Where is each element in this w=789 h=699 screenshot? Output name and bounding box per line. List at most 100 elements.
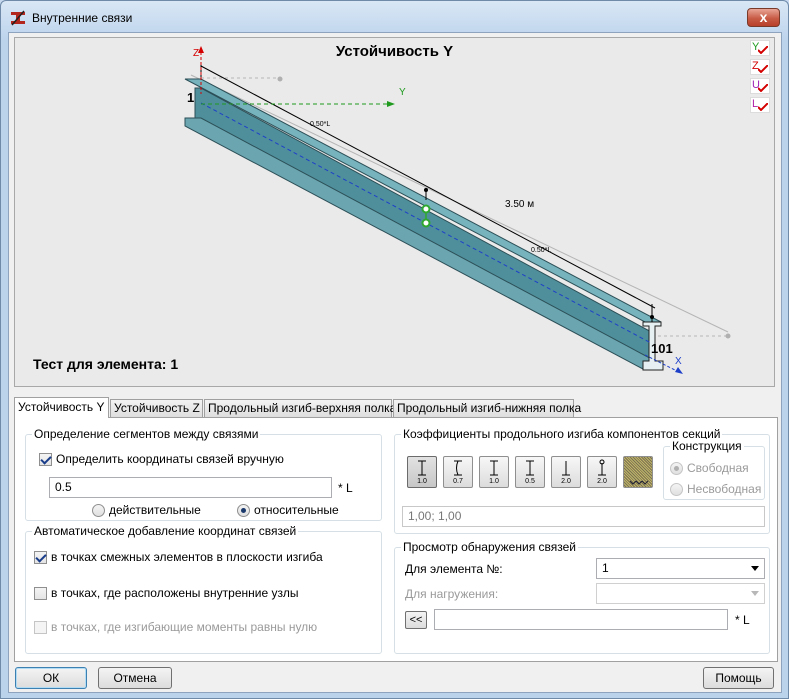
auto-item-internal-nodes-row[interactable]: в точках, где расположены внутренние узл… [34,586,298,600]
flag-z[interactable]: Z [750,59,770,75]
mid-tick-dot [424,188,428,192]
app-icon [11,10,25,26]
tab-stability-z[interactable]: Устойчивость Z [110,399,203,417]
restraint-pattern-icon [629,480,649,485]
coords-input[interactable]: 0.5 [49,477,332,498]
coef-value-4: 0.5 [525,478,535,485]
coefficients-group: Коэффициенты продольного изгиба компонен… [394,427,770,534]
back-button[interactable]: << [405,611,427,629]
beam-top-flange [184,78,662,323]
window-title: Внутренние связи [32,11,133,25]
element-select[interactable]: 1 [596,558,765,579]
close-button[interactable]: x [747,8,780,27]
load-label: Для нагружения: [405,587,499,601]
dialog-window: Внутренние связи x Устойчивость Y Z Y X … [0,0,789,699]
radio-relative-label: относительные [254,503,339,517]
radio-relative-row[interactable]: относительные [237,503,339,517]
manual-coords-checkbox-row[interactable]: Определить координаты связей вручную [39,452,284,466]
detection-field[interactable] [434,609,728,630]
coef-button-5[interactable]: 2.0 [551,456,581,488]
segment-label-2: 0.50*L [531,247,551,254]
radio-actual[interactable] [92,503,105,517]
radio-free [670,461,683,475]
segments-group: Определение сегментов между связями Опре… [25,427,382,521]
column-icon [418,460,426,476]
close-icon: x [759,9,768,25]
view-flags: Y Z U L [750,40,770,116]
auto-internal-nodes-checkbox[interactable] [34,586,47,600]
node-end-label: 101 [651,341,673,356]
dialog-client: Устойчивость Y Z Y X 1 101 3.50 м 0.50*L… [8,32,782,693]
reference-node-start [277,76,283,82]
detection-legend: Просмотр обнаружения связей [401,540,579,554]
check-icon [758,65,768,73]
coef-button-6[interactable]: 2.0 [587,456,617,488]
tab-buckling-bottom-flange[interactable]: Продольный изгиб-нижняя полка [393,399,581,417]
auto-group: Автоматическое добавление координат связ… [25,524,382,654]
axis-y-label: Y [399,87,406,98]
manual-coords-checkbox[interactable] [39,452,52,466]
auto-adjacent-checkbox[interactable] [34,550,47,564]
help-button[interactable]: Помощь [703,667,774,689]
auto-item-zero-moment-row: в точках, где изгибающие моменты равны н… [34,620,317,634]
axis-x-arrow [675,367,683,374]
detection-group: Просмотр обнаружения связей Для элемента… [394,540,770,654]
auto-internal-nodes-label: в точках, где расположены внутренние узл… [51,586,299,600]
flag-u[interactable]: U [750,78,770,94]
tab-panel: Определение сегментов между связями Опре… [14,417,778,662]
test-element-label: Тест для элемента: 1 [33,356,179,372]
column-icon [490,460,498,476]
chevron-down-icon [751,591,759,596]
end-tick-dot [650,315,654,319]
beam-viewport[interactable]: Устойчивость Y Z Y X 1 101 3.50 м 0.50*L… [14,37,775,387]
coords-unit: * L [338,481,353,495]
load-select [596,583,765,604]
coef-value-1: 1.0 [417,478,427,485]
coef-button-restraint[interactable] [623,456,653,488]
node-start-label: 1 [187,90,194,105]
auto-item-adjacent-row[interactable]: в точках смежных элементов в плоскости и… [34,550,323,564]
check-icon [758,84,768,92]
radio-free-label: Свободная [687,461,749,475]
check-icon [758,46,768,54]
auto-zero-moment-checkbox [34,620,47,634]
column-icon [598,459,606,476]
detection-unit: * L [735,613,750,627]
coef-button-1[interactable]: 1.0 [407,456,437,488]
radio-actual-row[interactable]: действительные [92,503,201,517]
coef-button-4[interactable]: 0.5 [515,456,545,488]
flag-l[interactable]: L [750,97,770,113]
coef-value-2: 0.7 [453,478,463,485]
length-label: 3.50 м [505,199,534,210]
construction-group: Конструкция Свободная Несвободная [663,439,765,500]
title-bar: Внутренние связи x [1,1,788,33]
auto-adjacent-label: в точках смежных элементов в плоскости и… [51,550,323,564]
coef-button-2[interactable]: 0.7 [443,456,473,488]
construction-legend: Конструкция [670,439,744,453]
coef-button-3[interactable]: 1.0 [479,456,509,488]
tab-buckling-top-flange[interactable]: Продольный изгиб-верхняя полка [204,399,396,417]
beam-drawing: Z Y X 1 101 3.50 м 0.50*L 0.50*L [184,46,731,374]
tab-stability-y[interactable]: Устойчивость Y [14,397,109,418]
ok-button[interactable]: ОК [15,667,87,689]
radio-non-free-row: Несвободная [670,482,761,496]
segment-label-1: 0.50*L [310,121,330,128]
segments-legend: Определение сегментов между связями [32,427,261,441]
auto-legend: Автоматическое добавление координат связ… [32,524,299,538]
radio-actual-label: действительные [109,503,201,517]
dimension-line [200,65,656,309]
axis-x-label: X [675,356,682,367]
axis-z-label: Z [193,48,199,59]
axis-y-arrow [387,101,395,107]
radio-non-free-label: Несвободная [687,482,762,496]
column-icon [526,460,534,476]
restraint-point-top [421,204,431,214]
radio-non-free [670,482,683,496]
radio-relative[interactable] [237,503,250,517]
cancel-button[interactable]: Отмена [98,667,172,689]
coef-value-3: 1.0 [489,478,499,485]
flag-y[interactable]: Y [750,40,770,56]
auto-zero-moment-label: в точках, где изгибающие моменты равны н… [51,620,318,634]
chevron-down-icon [751,566,759,571]
coef-value-5: 2.0 [561,478,571,485]
